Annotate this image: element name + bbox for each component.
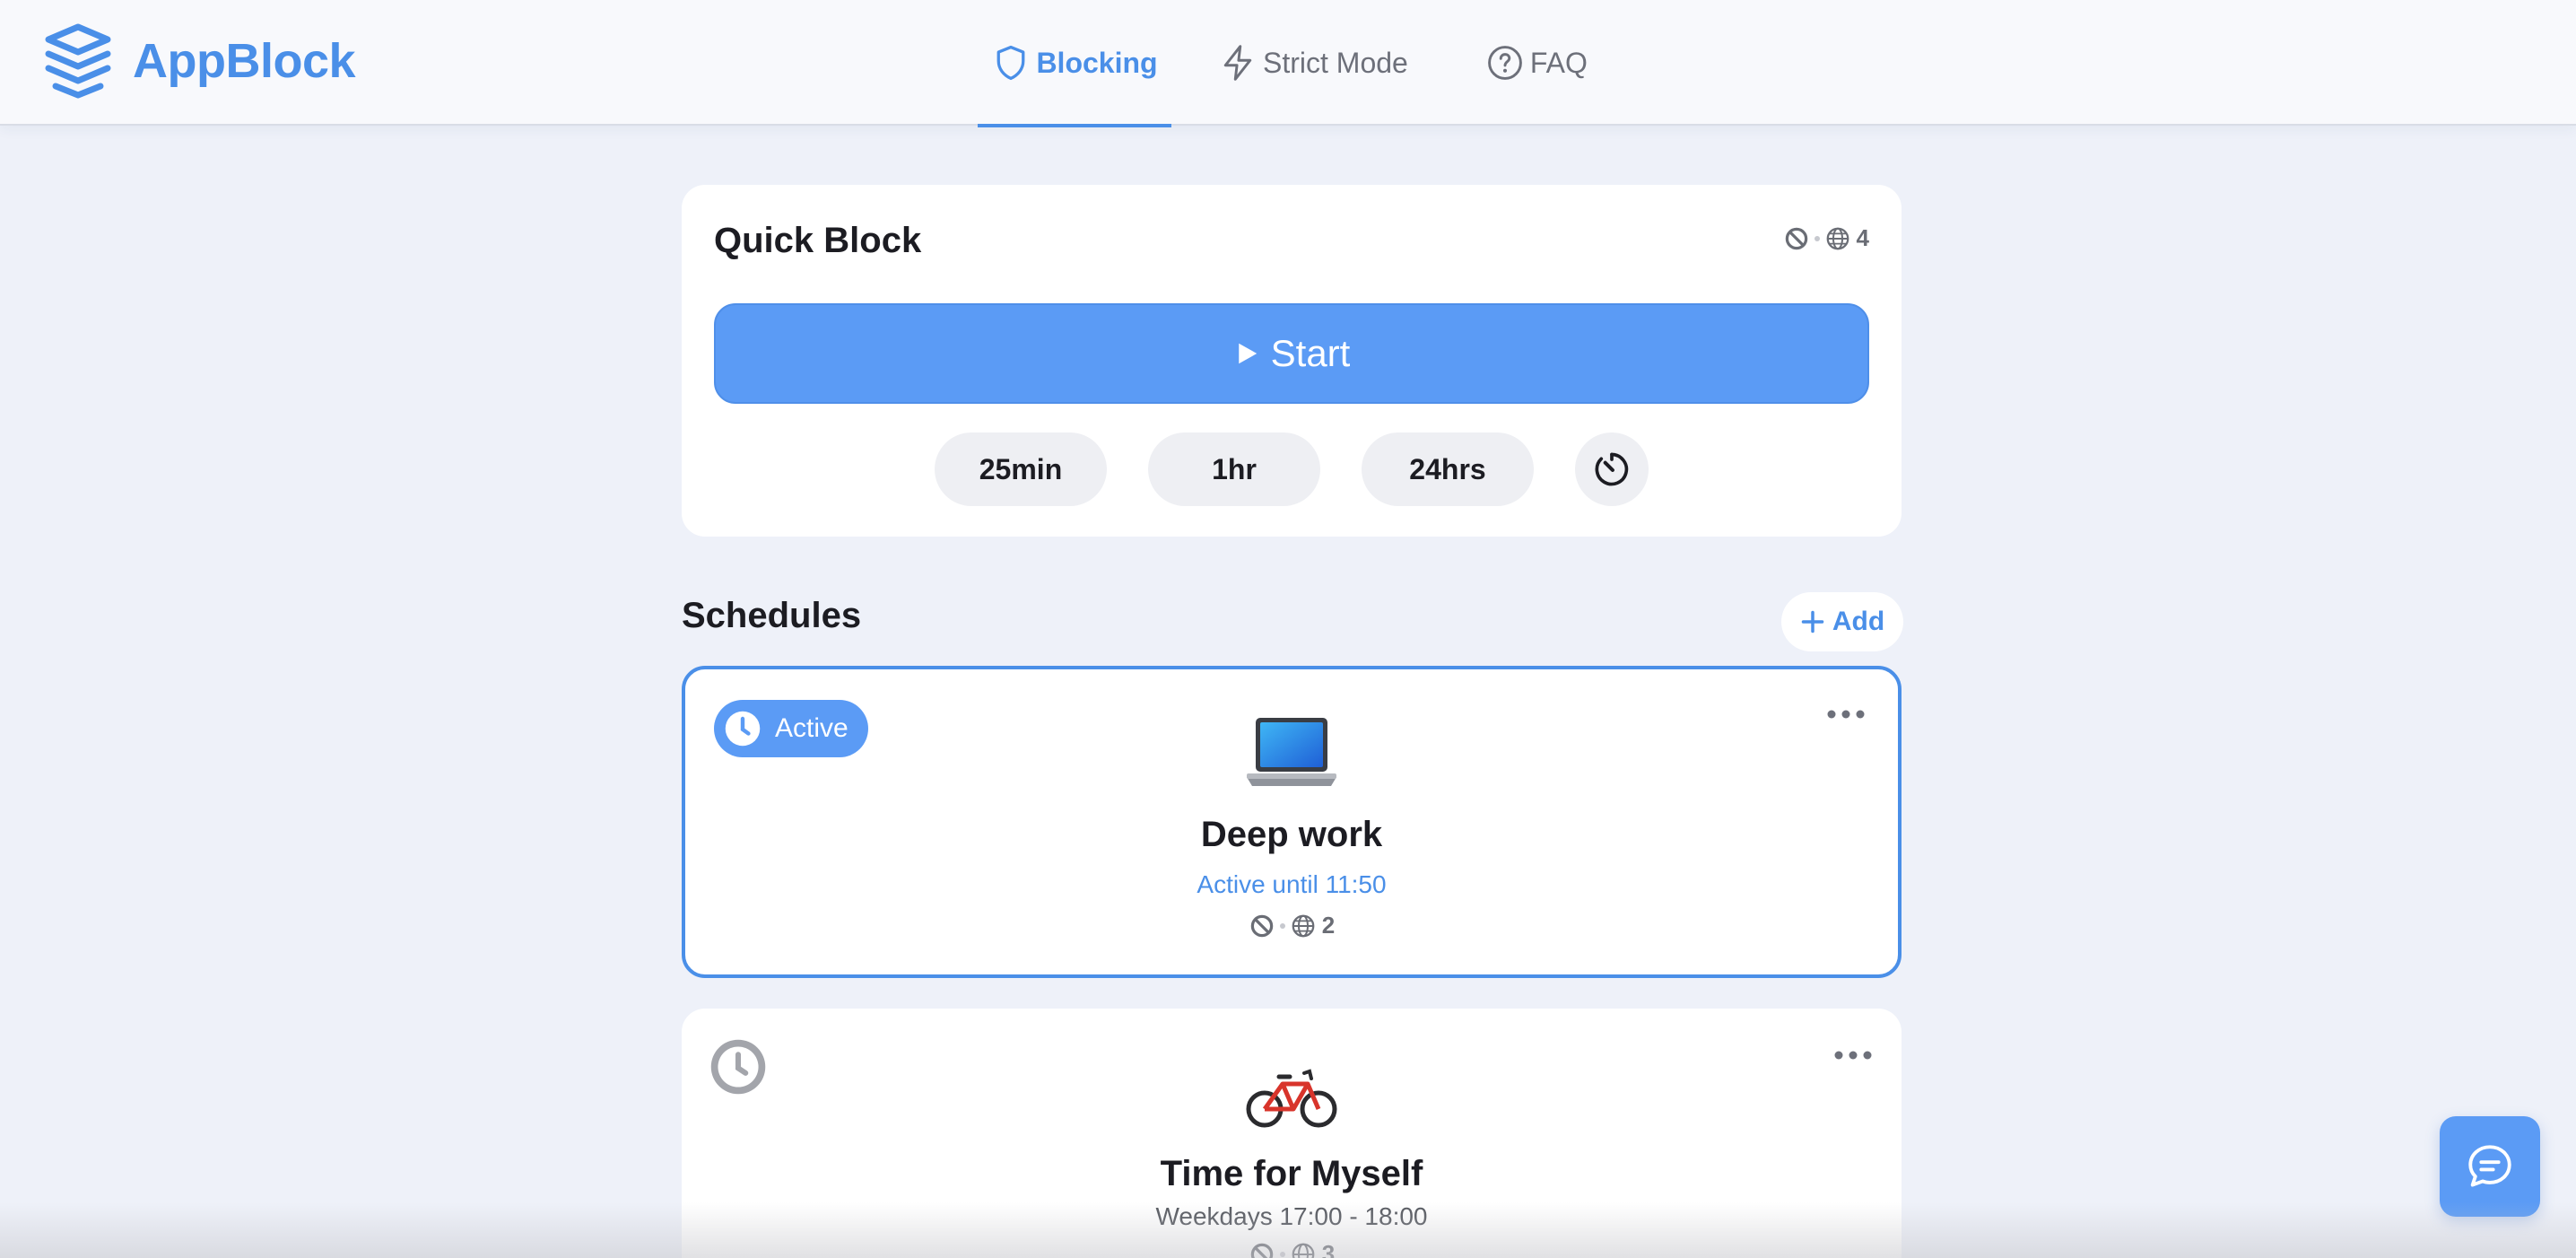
block-icon — [1785, 227, 1807, 249]
block-icon — [1250, 914, 1274, 937]
schedule-emoji — [685, 714, 1898, 798]
globe-icon — [1292, 914, 1315, 937]
custom-duration-button[interactable] — [1575, 432, 1649, 506]
plus-icon — [1801, 610, 1824, 633]
add-label: Add — [1832, 607, 1885, 636]
schedule-subtitle: Active until 11:50 — [1197, 870, 1387, 898]
blocked-items-counter[interactable]: 4 — [1783, 224, 1869, 252]
add-schedule-button[interactable]: Add — [1781, 592, 1903, 651]
play-icon — [1238, 343, 1257, 364]
globe-icon — [1292, 1243, 1315, 1258]
schedule-subtitle: Weekdays 17:00 - 18:00 — [1155, 1202, 1428, 1230]
lightning-icon — [1223, 45, 1252, 81]
schedule-blocked-counter: 2 — [685, 912, 1898, 939]
laptop-icon — [1247, 718, 1336, 786]
separator-dot — [1279, 922, 1285, 929]
app-logo[interactable]: AppBlock — [41, 23, 356, 99]
main-nav: Blocking Strict Mode FAQ — [978, 0, 1598, 127]
bicycle-icon — [1246, 1069, 1337, 1128]
chat-icon — [2468, 1145, 2511, 1187]
duration-1hr-button[interactable]: 1hr — [1148, 432, 1320, 506]
nav-tab-strict-mode[interactable]: Strict Mode — [1207, 0, 1419, 126]
timer-icon — [1595, 452, 1629, 486]
schedule-name: Time for Myself — [1160, 1154, 1423, 1193]
schedule-card-deep-work[interactable]: Active Deep work Active until 11:50 2 — [682, 666, 1902, 978]
separator-dot — [1279, 1251, 1285, 1257]
quick-block-card: Quick Block 4 Start 25min 1hr 24hrs — [682, 185, 1902, 537]
separator-dot — [1814, 235, 1820, 241]
start-label: Start — [1270, 332, 1351, 374]
schedules-heading: Schedules — [682, 596, 862, 635]
nav-tab-label: Blocking — [1036, 46, 1158, 79]
top-header: AppBlock Blocking Strict Mode FAQ — [0, 0, 2576, 127]
app-name: AppBlock — [133, 34, 356, 88]
nav-tab-label: Strict Mode — [1263, 46, 1408, 79]
block-icon — [1250, 1243, 1274, 1258]
schedule-card-time-for-myself[interactable]: Time for Myself Weekdays 17:00 - 18:00 3 — [682, 1009, 1902, 1258]
support-chat-button[interactable] — [2440, 1116, 2540, 1217]
nav-tab-blocking[interactable]: Blocking — [978, 0, 1171, 127]
shield-icon — [997, 45, 1025, 81]
schedule-blocked-counter: 3 — [682, 1240, 1902, 1258]
start-button[interactable]: Start — [714, 303, 1869, 404]
quick-block-title: Quick Block — [714, 221, 922, 260]
appblock-logo-icon — [45, 23, 111, 99]
schedule-emoji — [682, 1057, 1902, 1140]
schedule-name: Deep work — [1200, 815, 1383, 854]
question-circle-icon — [1487, 46, 1522, 80]
globe-icon — [1826, 227, 1849, 249]
blocked-count: 4 — [1856, 224, 1869, 251]
blocked-count: 3 — [1321, 1240, 1336, 1258]
duration-24hrs-button[interactable]: 24hrs — [1362, 432, 1534, 506]
nav-tab-faq[interactable]: FAQ — [1475, 0, 1598, 126]
nav-tab-label: FAQ — [1529, 46, 1588, 79]
duration-25min-button[interactable]: 25min — [935, 432, 1107, 506]
blocked-count: 2 — [1321, 912, 1336, 939]
